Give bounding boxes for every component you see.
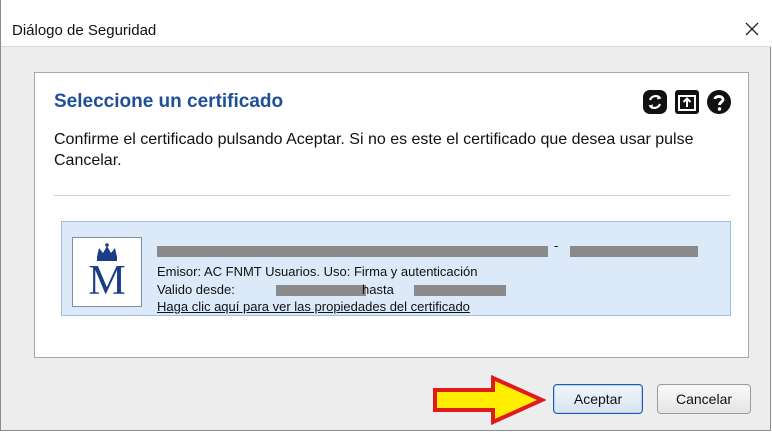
dialog-title: Diálogo de Seguridad <box>12 22 157 39</box>
title-bar: Diálogo de Seguridad <box>1 0 771 47</box>
panel-heading: Seleccione un certificado <box>54 91 284 112</box>
toolbar-icons <box>642 89 732 115</box>
subject-separator: - <box>554 238 559 253</box>
redacted-subject-id <box>570 246 698 257</box>
refresh-icon[interactable] <box>642 89 668 115</box>
redacted-subject-name <box>157 246 548 257</box>
certificate-properties-link[interactable]: Haga clic aquí para ver las propiedades … <box>157 299 470 314</box>
cancel-button[interactable]: Cancelar <box>657 384 751 414</box>
divider <box>54 195 730 196</box>
certificate-item[interactable]: M - Emisor: AC FNMT Usuarios. Uso: Firma… <box>61 221 731 316</box>
logo-letter: M <box>88 258 126 304</box>
accept-button[interactable]: Aceptar <box>553 384 643 414</box>
redacted-valid-from <box>276 285 366 296</box>
issuer-line: Emisor: AC FNMT Usuarios. Uso: Firma y a… <box>157 264 478 279</box>
valid-to-label: hasta <box>362 282 394 297</box>
valid-from-label: Valido desde: <box>157 282 235 297</box>
arrow-annotation <box>433 374 546 426</box>
close-icon <box>745 22 759 36</box>
help-icon[interactable] <box>706 89 732 115</box>
close-button[interactable] <box>733 14 771 44</box>
redacted-valid-to <box>414 285 506 296</box>
security-dialog: Diálogo de Seguridad Seleccione un certi… <box>0 0 771 431</box>
import-icon[interactable] <box>674 89 700 115</box>
instruction-text: Confirme el certificado pulsando Aceptar… <box>54 131 694 169</box>
fnmt-logo: M <box>72 237 142 307</box>
certificate-panel: Seleccione un certificado Confirme el ce… <box>34 72 749 358</box>
